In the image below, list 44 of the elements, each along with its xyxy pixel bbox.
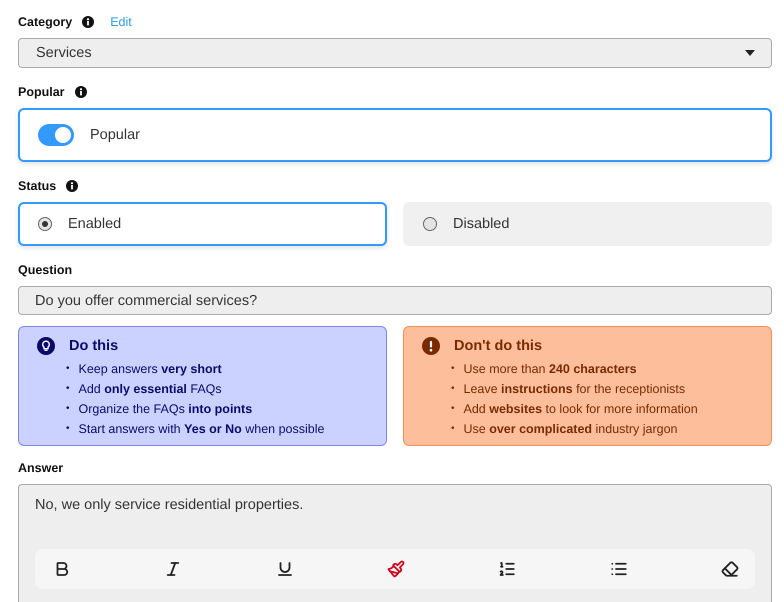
field-label: Question (18, 263, 72, 277)
bullet: • (66, 422, 70, 436)
field-label: Popular (18, 85, 65, 99)
paintbrush-button[interactable] (384, 558, 407, 580)
bullet: • (66, 402, 70, 416)
bullet: • (451, 422, 455, 436)
info-icon[interactable] (74, 86, 87, 98)
field-label: Category (18, 15, 72, 29)
select-value: Services (36, 45, 92, 61)
tip-item: Start answers with Yes or No when possible (78, 421, 324, 438)
tip-title: Don't do this (454, 338, 542, 354)
info-icon[interactable] (82, 16, 94, 28)
category-select[interactable]: Services (18, 38, 772, 68)
bullet: • (451, 382, 455, 396)
underline-icon (276, 560, 294, 578)
info-icon[interactable] (66, 180, 78, 192)
toggle-switch[interactable] (38, 124, 74, 146)
tip-item: Add only essential FAQs (78, 381, 222, 398)
tip-item: Add websites to look for more information (464, 401, 698, 418)
answer-editor[interactable]: No, we only service residential properties. (18, 484, 772, 602)
numbered-list-icon (498, 560, 516, 578)
radio-option[interactable]: Enabled (18, 202, 387, 246)
toggle-label: Popular (90, 127, 140, 143)
tip-item: Organize the FAQs into points (78, 401, 252, 418)
bullet: • (66, 382, 70, 396)
tip-item: Use over complicated industry jargon (464, 421, 678, 438)
radio-option[interactable]: Disabled (403, 202, 772, 246)
field-label: Answer (18, 461, 64, 475)
exclamation-icon (422, 337, 440, 355)
tip-item: Keep answers very short (78, 361, 222, 378)
bullet: • (451, 362, 455, 376)
answer-text: No, we only service residential properties. (35, 497, 304, 513)
field-label: Status (18, 179, 56, 193)
tip-title: Do this (69, 338, 118, 354)
lightbulb-icon (37, 337, 55, 355)
bullet: • (451, 402, 455, 416)
tip-item: Use more than 240 characters (464, 361, 637, 378)
bullet-list-icon (610, 560, 628, 578)
bullet: • (66, 362, 70, 376)
paintbrush-icon (386, 560, 405, 578)
eraser-icon (720, 560, 739, 578)
caret-icon (745, 50, 755, 56)
question-field[interactable]: Do you offer commercial services? (18, 286, 772, 315)
tip-item: Leave instructions for the receptionists (464, 381, 686, 398)
